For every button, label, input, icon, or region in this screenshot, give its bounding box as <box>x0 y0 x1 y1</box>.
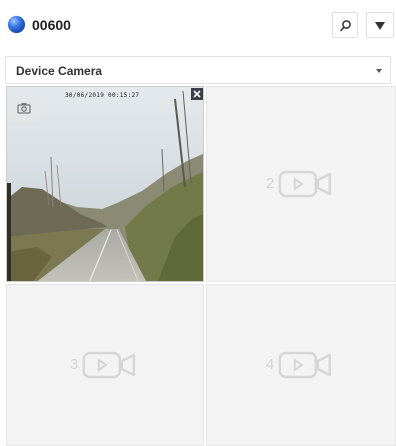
close-icon <box>193 90 201 98</box>
search-icon <box>340 20 351 32</box>
camera-panel: 00600 Device Camera 30/06/2019 00:15:27 … <box>0 0 396 446</box>
video-camera-icon <box>278 351 332 379</box>
triangle-down-icon <box>375 22 385 30</box>
search-button[interactable] <box>332 12 358 38</box>
video-camera-icon <box>82 351 136 379</box>
device-status-icon <box>8 16 25 33</box>
menu-dropdown-button[interactable] <box>366 12 394 38</box>
channel-number: 4 <box>265 356 275 373</box>
empty-channel-placeholder: 2 <box>266 169 336 199</box>
snapshot-button[interactable] <box>9 95 39 121</box>
device-id-label: 00600 <box>32 17 71 33</box>
channel-number: 2 <box>265 175 275 192</box>
video-camera-icon <box>278 170 332 198</box>
video-tile-4[interactable]: 4 <box>206 284 396 446</box>
video-tile-2[interactable]: 2 <box>206 86 396 282</box>
empty-channel-placeholder: 3 <box>70 350 140 380</box>
video-tile-1[interactable]: 30/06/2019 00:15:27 <box>6 86 204 282</box>
camera-source-value: Device Camera <box>16 64 103 78</box>
panel-header: 00600 <box>0 0 396 50</box>
empty-channel-placeholder: 4 <box>266 350 336 380</box>
channel-number: 3 <box>69 356 79 373</box>
video-tile-3[interactable]: 3 <box>6 284 204 446</box>
camera-icon <box>17 103 31 114</box>
close-video-button[interactable] <box>191 88 203 100</box>
video-timestamp: 30/06/2019 00:15:27 <box>65 92 140 99</box>
camera-source-select[interactable]: Device Camera <box>5 56 391 84</box>
caret-down-icon <box>376 69 382 73</box>
